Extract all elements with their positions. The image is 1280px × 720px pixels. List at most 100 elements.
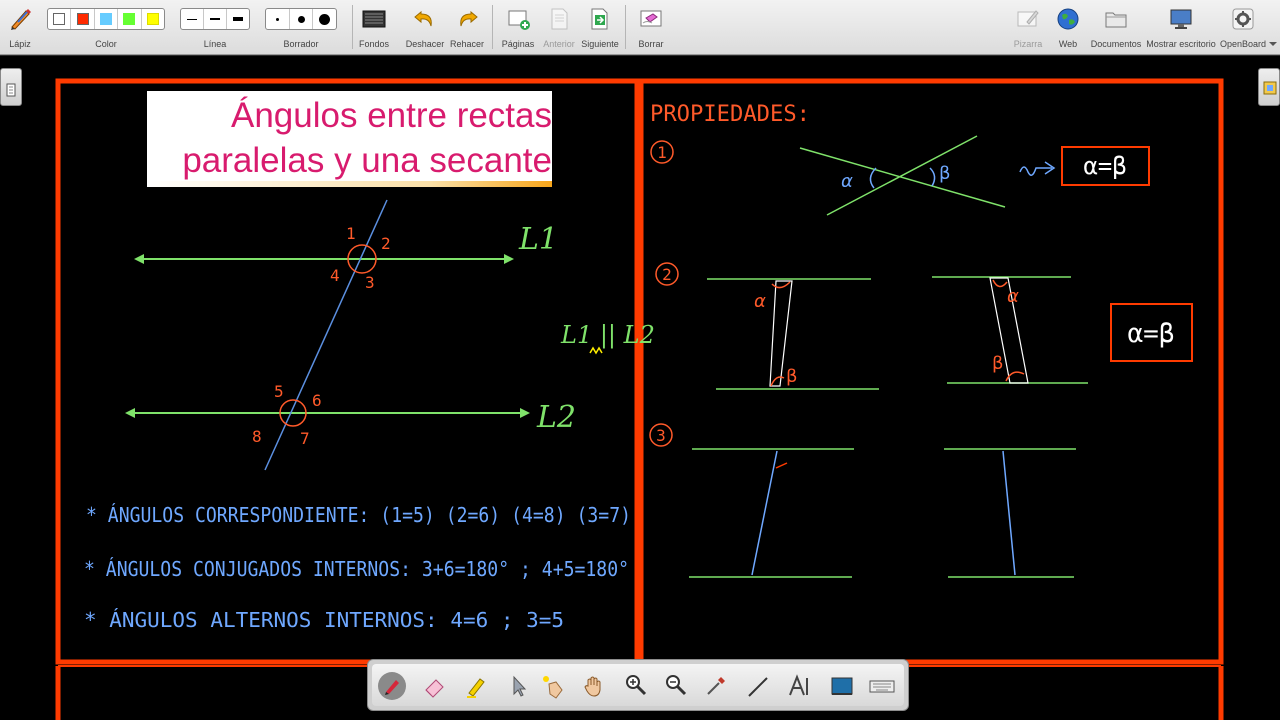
toolbar-label: Borrar xyxy=(638,39,664,49)
property3-secants xyxy=(751,450,1016,576)
eraser-medium[interactable] xyxy=(290,9,314,29)
properties-heading: PROPIEDADES: xyxy=(650,102,810,127)
color-selector[interactable]: Color xyxy=(47,0,165,55)
property3-lines xyxy=(689,448,1076,578)
marker-tool-button[interactable] xyxy=(462,672,490,700)
openboard-menu-button[interactable]: OpenBoard xyxy=(1218,0,1268,55)
erase-page-icon xyxy=(640,10,662,27)
pen-icon xyxy=(378,672,406,700)
toolbar-label: Fondos xyxy=(358,39,390,49)
pages-button[interactable]: Páginas xyxy=(498,0,538,55)
laser-pointer-icon xyxy=(543,676,563,699)
pages-icon xyxy=(508,10,530,30)
undo-button[interactable]: Deshacer xyxy=(405,0,445,55)
text-tool-button[interactable] xyxy=(786,672,814,700)
library-icon xyxy=(1263,81,1277,95)
toolbar-label: Línea xyxy=(203,39,227,49)
item-circles xyxy=(649,140,679,447)
desktop-icon xyxy=(1170,9,1192,29)
line-tool-button[interactable] xyxy=(744,672,772,700)
property3-mark xyxy=(775,462,788,469)
parallel-note: L1 || L2 xyxy=(560,321,655,350)
text-tool-icon xyxy=(789,674,808,696)
pipette-tool-button[interactable] xyxy=(702,672,730,700)
note-conjugados: * ÁNGULOS CONJUGADOS INTERNOS: 3+6=180° … xyxy=(84,557,629,581)
next-icon xyxy=(591,8,608,30)
whiteboard-canvas[interactable]: L1 L2 L1 || L2 1 2 3 4 5 6 7 8 * ÁNGULOS… xyxy=(0,56,1280,720)
laser-tool-button[interactable] xyxy=(538,672,566,700)
selector-tool-button[interactable] xyxy=(504,672,532,700)
capture-tool-button[interactable] xyxy=(828,672,856,700)
pointer-icon xyxy=(513,675,527,697)
web-button[interactable]: Web xyxy=(1048,0,1088,55)
line-thick[interactable] xyxy=(227,9,249,29)
keyboard-icon xyxy=(869,680,895,693)
backgrounds-button[interactable]: Fondos xyxy=(356,0,392,55)
svg-text:4: 4 xyxy=(330,266,340,285)
line-medium[interactable] xyxy=(204,9,227,29)
toolbar-label: Siguiente xyxy=(581,39,619,49)
title-underline xyxy=(147,181,552,187)
beta-label-1: β xyxy=(939,163,951,184)
toolbar-label: Documentos xyxy=(1090,39,1142,49)
eraser-tool-button[interactable] xyxy=(420,672,448,700)
svg-text:7: 7 xyxy=(300,429,310,448)
svg-text:2: 2 xyxy=(381,234,391,253)
toolbar-label: OpenBoard xyxy=(1219,39,1267,49)
eraser-icon xyxy=(425,679,444,698)
beta-label-2a: β xyxy=(786,366,798,387)
title-line-2: paralelas y una secante xyxy=(182,141,552,180)
toolbar-label: Pizarra xyxy=(1013,39,1043,49)
eraser-size-selector[interactable]: Borrador xyxy=(265,0,337,55)
property2-arcs xyxy=(770,279,1025,387)
color-blue[interactable] xyxy=(95,9,119,29)
angle-arcs xyxy=(279,244,377,427)
backgrounds-icon xyxy=(362,10,386,28)
color-yellow[interactable] xyxy=(142,9,164,29)
redo-button[interactable]: Rehacer xyxy=(447,0,487,55)
parallel-lines xyxy=(125,254,530,418)
label-L1: L1 xyxy=(518,222,558,257)
next-page-button[interactable]: Siguiente xyxy=(580,0,620,55)
zoom-out-button[interactable] xyxy=(662,672,690,700)
sidebar-icon xyxy=(6,83,16,97)
svg-text:3: 3 xyxy=(656,426,666,445)
eraser-small[interactable] xyxy=(266,9,290,29)
right-panel-handle[interactable] xyxy=(1258,68,1280,106)
gear-icon xyxy=(1232,8,1254,30)
zoom-in-button[interactable] xyxy=(622,672,650,700)
hand-tool-button[interactable] xyxy=(580,672,608,700)
toolbar-label: Borrador xyxy=(283,39,319,49)
beta-label-2b: β xyxy=(992,353,1004,374)
angle-numbers: 1 2 3 4 5 6 7 8 xyxy=(252,224,391,448)
note-alternos: * ÁNGULOS ALTERNOS INTERNOS: 4=6 ; 3=5 xyxy=(84,608,564,632)
toolbar-divider xyxy=(492,5,493,49)
svg-text:2: 2 xyxy=(662,265,672,284)
alpha-label-1: α xyxy=(841,171,853,192)
color-red[interactable] xyxy=(71,9,95,29)
virtual-keyboard-button[interactable] xyxy=(868,672,896,700)
clear-page-button[interactable]: Borrar xyxy=(630,0,672,55)
chevron-down-icon[interactable] xyxy=(1268,40,1278,48)
eraser-large[interactable] xyxy=(313,9,336,29)
stylus-toolbar xyxy=(367,659,909,711)
title-line-1: Ángulos entre rectas xyxy=(230,96,552,135)
color-green[interactable] xyxy=(118,9,142,29)
documents-button[interactable]: Documentos xyxy=(1091,0,1141,55)
zoom-out-icon xyxy=(666,675,687,696)
line-thin[interactable] xyxy=(181,9,204,29)
color-white[interactable] xyxy=(48,9,72,29)
pencil-tool-button[interactable]: Lápiz xyxy=(0,0,40,55)
show-desktop-button[interactable]: Mostrar escritorio xyxy=(1145,0,1217,55)
svg-text:8: 8 xyxy=(252,427,262,446)
title-box: Ángulos entre rectas paralelas y una sec… xyxy=(147,91,552,187)
highlighter-icon xyxy=(467,678,485,698)
svg-text:1: 1 xyxy=(657,143,667,162)
line-width-selector[interactable]: Línea xyxy=(180,0,250,55)
undo-icon xyxy=(414,10,432,27)
pen-tool-button[interactable] xyxy=(378,672,406,700)
board-mode-button[interactable]: Pizarra xyxy=(1008,0,1048,55)
left-panel-handle[interactable] xyxy=(0,68,22,106)
toolbar-divider xyxy=(352,5,353,49)
previous-page-button[interactable]: Anterior xyxy=(539,0,579,55)
